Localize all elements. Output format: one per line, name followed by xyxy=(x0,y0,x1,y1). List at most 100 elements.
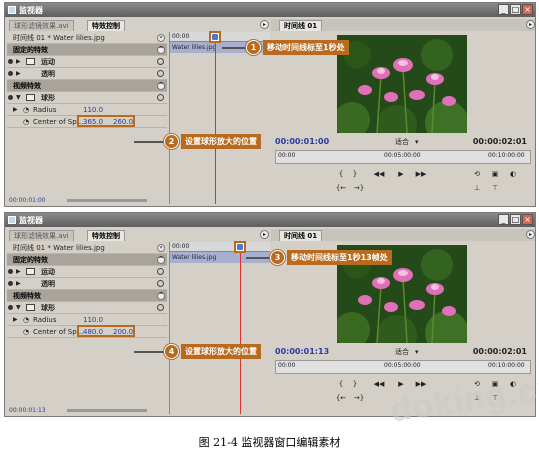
output-icon[interactable]: ◐ xyxy=(507,169,519,179)
reset-icon[interactable] xyxy=(157,70,164,77)
maximize-button[interactable]: □ xyxy=(510,4,521,15)
monitor-time-ruler[interactable]: 00:00 00:05:00:00 00:10:00:00 xyxy=(275,150,531,164)
playhead-line[interactable] xyxy=(215,32,216,204)
center-x-value[interactable]: 365.0 xyxy=(83,116,103,128)
eye-icon[interactable] xyxy=(8,95,13,100)
play-icon[interactable]: ▶ xyxy=(395,379,407,389)
go-to-out-icon[interactable]: →} xyxy=(353,393,365,403)
panel-menu-icon[interactable]: ▸ xyxy=(260,20,269,29)
eye-icon[interactable] xyxy=(8,281,13,286)
mark-in-icon[interactable]: { xyxy=(335,169,347,179)
close-button[interactable]: × xyxy=(522,214,533,225)
timeline-body xyxy=(170,263,270,414)
toggle-timeline-icon[interactable]: » xyxy=(157,244,165,252)
fit-dropdown[interactable]: 适合 xyxy=(395,136,409,148)
step-back-icon[interactable]: ◀◀ xyxy=(373,169,385,179)
close-button[interactable]: × xyxy=(522,4,533,15)
minimize-button[interactable]: _ xyxy=(498,4,509,15)
safe-margins-icon[interactable]: ▣ xyxy=(489,169,501,179)
toggle-timeline-icon[interactable]: » xyxy=(157,34,165,42)
fit-dropdown[interactable]: 适合 xyxy=(395,346,409,358)
center-y-value[interactable]: 200.0 xyxy=(113,326,133,338)
tab-effect-controls[interactable]: 特效控制 xyxy=(87,20,125,31)
reset-icon[interactable] xyxy=(157,280,164,287)
tab-timeline-01[interactable]: 时间线 01 xyxy=(279,20,323,31)
collapse-icon[interactable]: ^ xyxy=(157,82,165,90)
effect-row-opacity[interactable]: ▶ 透明 xyxy=(7,278,167,290)
mark-out-icon[interactable]: } xyxy=(349,169,361,179)
collapse-arrow-icon[interactable]: ▼ xyxy=(16,92,21,104)
step-forward-icon[interactable]: ▶▶ xyxy=(415,169,427,179)
effect-row-opacity[interactable]: ▶ 透明 xyxy=(7,68,167,80)
tab-source-clip[interactable]: 球形滤镜效果.avi xyxy=(9,20,74,31)
current-time-indicator-icon[interactable] xyxy=(209,31,221,43)
expand-arrow-icon[interactable]: ▶ xyxy=(13,314,18,326)
panel-menu-icon[interactable]: ▸ xyxy=(260,230,269,239)
zoom-slider[interactable] xyxy=(67,409,147,412)
eye-icon[interactable] xyxy=(8,71,13,76)
panel-menu-icon[interactable]: ▸ xyxy=(526,20,535,29)
loop-icon[interactable]: ⟲ xyxy=(471,169,483,179)
eye-icon[interactable] xyxy=(8,305,13,310)
eye-icon[interactable] xyxy=(8,59,13,64)
center-x-value[interactable]: 480.0 xyxy=(83,326,103,338)
lift-icon[interactable]: ⊥ xyxy=(471,183,483,193)
ruler-start-label: 00:00 xyxy=(278,152,296,159)
video-effects-label: 视频特效 xyxy=(13,292,41,300)
monitor-time-ruler[interactable]: 00:00 00:05:00:00 00:10:00:00 xyxy=(275,360,531,374)
effect-row-sphere[interactable]: ▼ 球形 xyxy=(7,92,167,104)
fixed-effects-label: 固定的特效 xyxy=(13,256,48,264)
extract-icon[interactable]: ⊤ xyxy=(489,183,501,193)
video-effects-header: 视频特效 ^ xyxy=(7,80,167,92)
center-y-value[interactable]: 260.0 xyxy=(113,116,133,128)
step-back-icon[interactable]: ◀◀ xyxy=(373,379,385,389)
collapse-icon[interactable]: ^ xyxy=(157,292,165,300)
effect-timeline[interactable]: 00:00 Water lilies.jpg xyxy=(169,31,270,204)
zoom-slider[interactable] xyxy=(67,199,147,202)
expand-arrow-icon[interactable]: ▶ xyxy=(13,104,18,116)
stopwatch-icon[interactable]: ◔ xyxy=(23,116,29,128)
current-time-indicator-icon[interactable] xyxy=(234,241,246,253)
collapse-icon[interactable]: ^ xyxy=(157,256,165,264)
reset-icon[interactable] xyxy=(157,268,164,275)
play-icon[interactable]: ▶ xyxy=(395,169,407,179)
maximize-button[interactable]: □ xyxy=(510,214,521,225)
eye-icon[interactable] xyxy=(8,269,13,274)
playhead-line[interactable] xyxy=(240,242,241,414)
mark-out-icon[interactable]: } xyxy=(349,379,361,389)
go-to-in-icon[interactable]: {← xyxy=(335,183,347,193)
stopwatch-icon[interactable]: ◔ xyxy=(23,104,29,116)
chevron-down-icon[interactable]: ▾ xyxy=(415,136,419,148)
collapse-icon[interactable]: ^ xyxy=(157,46,165,54)
left-timecode[interactable]: 00:00:01:00 xyxy=(9,196,46,206)
stopwatch-icon[interactable]: ◔ xyxy=(23,314,29,326)
expand-arrow-icon[interactable]: ▶ xyxy=(16,56,21,68)
go-to-in-icon[interactable]: {← xyxy=(335,393,347,403)
duration-timecode: 00:00:02:01 xyxy=(472,347,527,356)
reset-icon[interactable] xyxy=(157,304,164,311)
effect-row-motion[interactable]: ▶ 运动 xyxy=(7,266,167,278)
effect-row-motion[interactable]: ▶ 运动 xyxy=(7,56,167,68)
expand-arrow-icon[interactable]: ▶ xyxy=(16,266,21,278)
minimize-button[interactable]: _ xyxy=(498,214,509,225)
mark-in-icon[interactable]: { xyxy=(335,379,347,389)
reset-icon[interactable] xyxy=(157,58,164,65)
reset-icon[interactable] xyxy=(157,94,164,101)
effect-timeline[interactable]: 00:00 Water lilies.jpg xyxy=(169,241,270,414)
panel-menu-icon[interactable]: ▸ xyxy=(526,230,535,239)
current-timecode[interactable]: 00:00:01:13 xyxy=(275,346,329,358)
tab-effect-controls[interactable]: 特效控制 xyxy=(87,230,125,241)
param-center-row: ◔ Center of Sp... 480.0 200.0 xyxy=(7,325,167,338)
tab-source-clip[interactable]: 球形滤镜效果.avi xyxy=(9,230,74,241)
collapse-arrow-icon[interactable]: ▼ xyxy=(16,302,21,314)
stopwatch-icon[interactable]: ◔ xyxy=(23,326,29,338)
tab-timeline-01[interactable]: 时间线 01 xyxy=(279,230,323,241)
effect-row-sphere[interactable]: ▼ 球形 xyxy=(7,302,167,314)
expand-arrow-icon[interactable]: ▶ xyxy=(16,68,21,80)
chevron-down-icon[interactable]: ▾ xyxy=(415,346,419,358)
expand-arrow-icon[interactable]: ▶ xyxy=(16,278,21,290)
left-timecode[interactable]: 00:00:01:13 xyxy=(9,406,46,416)
current-timecode[interactable]: 00:00:01:00 xyxy=(275,136,329,148)
go-to-out-icon[interactable]: →} xyxy=(353,183,365,193)
timecode-row: 00:00:01:13 适合 ▾ 00:00:02:01 xyxy=(275,346,531,358)
